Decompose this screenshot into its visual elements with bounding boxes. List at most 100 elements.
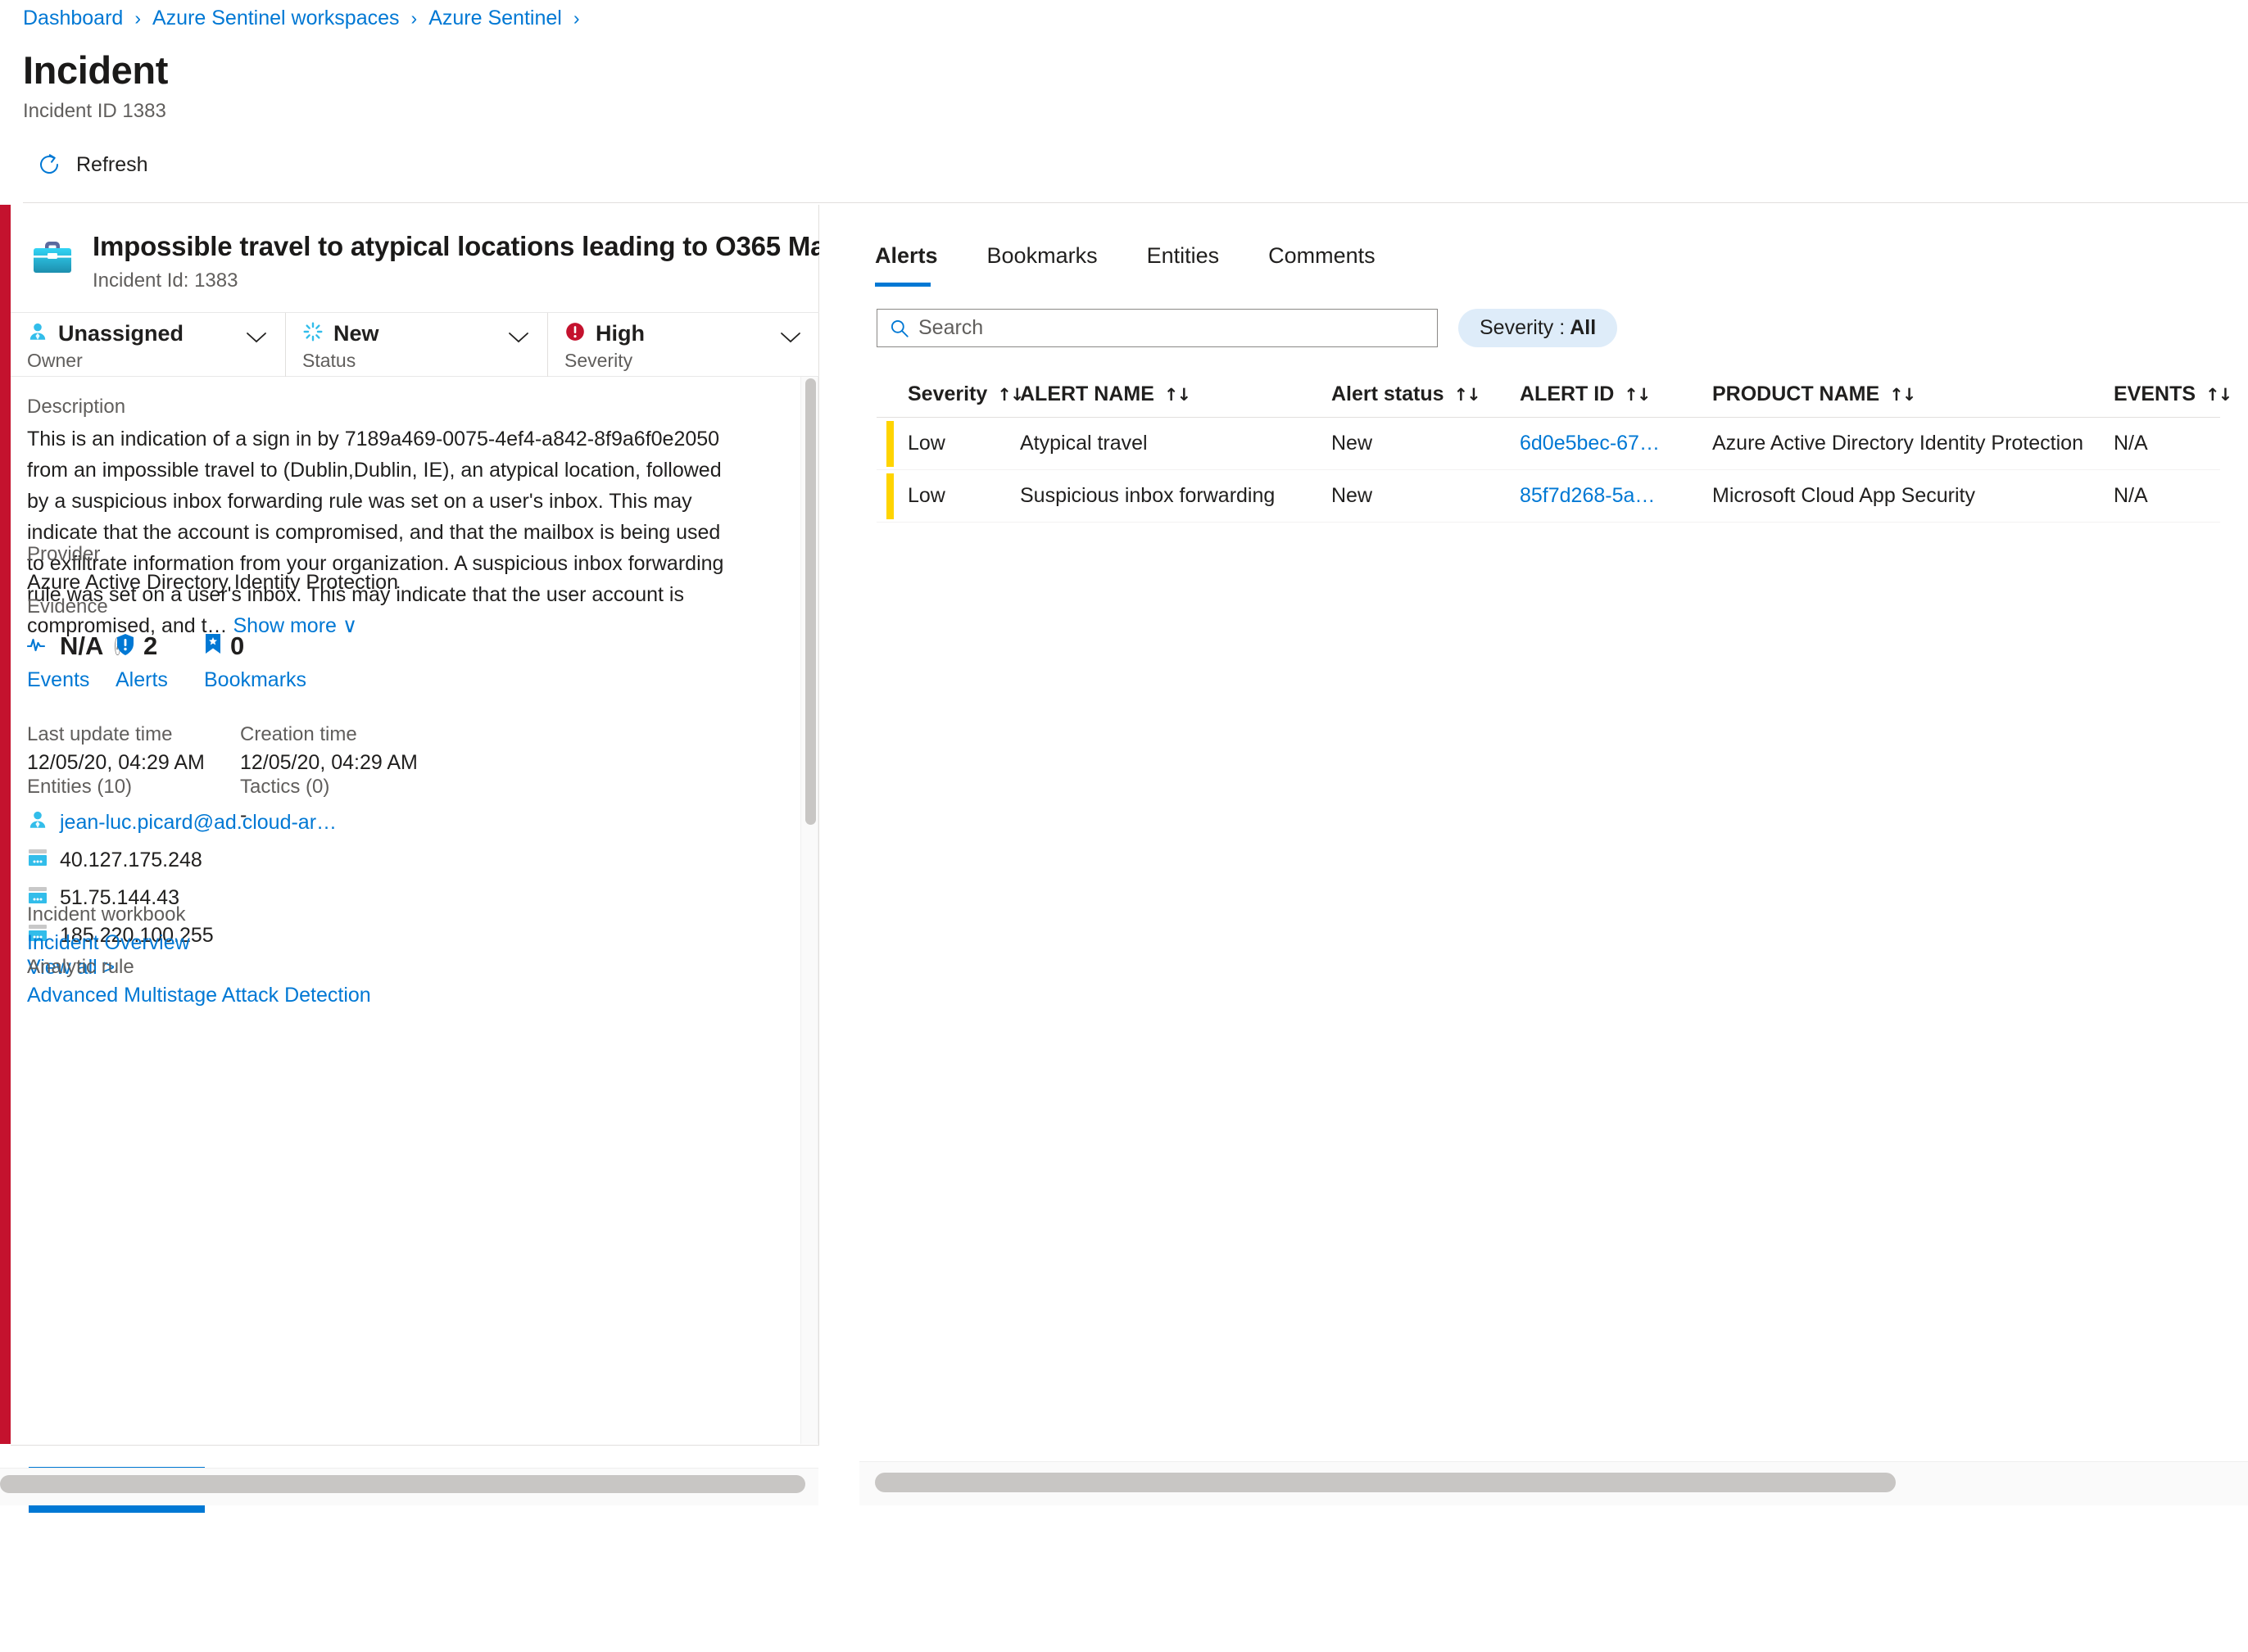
new-status-icon: [302, 321, 324, 346]
sort-icon: ↑↓: [2205, 385, 2231, 405]
column-header-product-name[interactable]: PRODUCT NAME ↑↓: [1712, 382, 2114, 406]
last-update-time-value: 12/05/20, 04:29 AM: [27, 751, 240, 775]
incident-detail-panel: Impossible travel to atypical locations …: [0, 205, 819, 1505]
table-row[interactable]: Low Suspicious inbox forwarding New 85f7…: [877, 470, 2220, 523]
page-title: Incident: [23, 48, 168, 93]
breadcrumb-item-workspaces[interactable]: Azure Sentinel workspaces: [152, 7, 400, 30]
right-panel-horizontal-scroll-thumb[interactable]: [875, 1473, 1896, 1492]
cell-alert-id-link[interactable]: 6d0e5bec-67…: [1520, 432, 1712, 455]
breadcrumb-separator-icon: ›: [134, 7, 141, 29]
bookmarks-count: 0: [230, 631, 244, 661]
column-header-alert-name[interactable]: ALERT NAME ↑↓: [1020, 382, 1331, 406]
alerts-count: 2: [143, 631, 157, 661]
evidence-bookmarks[interactable]: 0 Bookmarks: [204, 630, 335, 692]
ip-address-icon: [27, 848, 48, 873]
evidence-events[interactable]: N/A i Events: [27, 630, 116, 692]
breadcrumb-item-sentinel[interactable]: Azure Sentinel: [428, 7, 562, 30]
description-label: Description: [27, 396, 740, 419]
right-panel-horizontal-scrollbar[interactable]: [859, 1461, 2248, 1505]
severity-value: High: [596, 321, 645, 346]
events-pulse-icon: [27, 635, 52, 659]
entity-list-item[interactable]: 40.127.175.248: [27, 841, 240, 879]
breadcrumb-separator-icon: ›: [411, 7, 418, 29]
cell-alert-name: Suspicious inbox forwarding: [1020, 484, 1331, 508]
chevron-down-icon: [780, 331, 801, 344]
cell-severity: Low: [877, 484, 1020, 508]
status-dropdown[interactable]: New Status: [285, 313, 547, 377]
left-panel-vertical-scrollbar[interactable]: [800, 377, 818, 1444]
cell-alert-status: New: [1331, 484, 1520, 508]
severity-stripe: [0, 205, 11, 1444]
table-row[interactable]: Low Atypical travel New 6d0e5bec-67… Azu…: [877, 418, 2220, 470]
row-severity-bar: [886, 473, 894, 519]
column-header-alert-status-label: Alert status: [1331, 382, 1444, 406]
creation-time-label: Creation time: [240, 723, 453, 746]
person-icon: [27, 321, 48, 346]
column-header-alert-status[interactable]: Alert status ↑↓: [1331, 382, 1520, 406]
cell-events: N/A: [2114, 432, 2220, 455]
owner-label: Owner: [27, 350, 285, 372]
chevron-down-icon: [508, 331, 529, 344]
left-panel-vertical-scroll-thumb[interactable]: [805, 378, 816, 825]
refresh-button[interactable]: Refresh: [37, 152, 148, 177]
left-panel-horizontal-scrollbar[interactable]: [0, 1468, 818, 1505]
events-count: N/A: [60, 631, 103, 661]
bookmark-icon: [204, 633, 222, 659]
tab-bar: Alerts Bookmarks Entities Comments: [875, 243, 1400, 287]
column-header-product-name-label: PRODUCT NAME: [1712, 382, 1879, 406]
entity-list-item[interactable]: jean-luc.picard@ad.cloud-ar…: [27, 803, 240, 841]
last-update-time-label: Last update time: [27, 723, 240, 746]
tab-comments[interactable]: Comments: [1244, 243, 1400, 287]
command-bar-divider: [23, 202, 2248, 203]
column-header-alert-id-label: ALERT ID: [1520, 382, 1614, 406]
tactics-label: Tactics (0): [240, 776, 486, 799]
shield-alert-icon: [116, 633, 135, 660]
tab-alerts[interactable]: Alerts: [875, 243, 963, 287]
cell-alert-id-link[interactable]: 85f7d268-5a…: [1520, 484, 1712, 508]
incident-workbook-link[interactable]: Incident Overview: [27, 931, 190, 955]
sort-icon: ↑↓: [1454, 385, 1480, 405]
sort-icon: ↑↓: [1624, 385, 1649, 405]
command-bar: Refresh: [0, 147, 2248, 203]
alerts-panel: Alerts Bookmarks Entities Comments Sever…: [819, 205, 2248, 1505]
severity-filter-pill[interactable]: Severity : All: [1458, 309, 1617, 347]
last-update-time-group: Last update time 12/05/20, 04:29 AM: [27, 723, 240, 775]
events-link[interactable]: Events: [27, 668, 116, 692]
tab-entities[interactable]: Entities: [1122, 243, 1244, 287]
page-subtitle: Incident ID 1383: [23, 100, 166, 123]
owner-dropdown[interactable]: Unassigned Owner: [11, 313, 285, 377]
column-header-alert-id[interactable]: ALERT ID ↑↓: [1520, 382, 1712, 406]
row-severity-bar: [886, 421, 894, 467]
alerts-link[interactable]: Alerts: [116, 668, 204, 692]
evidence-label: Evidence: [27, 595, 335, 618]
incident-id-label: Incident Id: 1383: [93, 269, 238, 292]
cell-alert-status: New: [1331, 432, 1520, 455]
filter-bar: Severity : All: [877, 309, 1617, 347]
column-header-severity[interactable]: Severity ↑↓: [877, 382, 1020, 406]
sort-icon: ↑↓: [997, 385, 1022, 405]
severity-filter-prefix: Severity :: [1480, 316, 1565, 340]
creation-time-group: Creation time 12/05/20, 04:29 AM: [240, 723, 453, 775]
cell-events: N/A: [2114, 484, 2220, 508]
refresh-icon: [37, 152, 61, 177]
evidence-section: Evidence N/A i Events: [27, 595, 335, 692]
search-input[interactable]: [918, 316, 1410, 340]
column-header-alert-name-label: ALERT NAME: [1020, 382, 1154, 406]
analytic-rule-link[interactable]: Advanced Multistage Attack Detection: [27, 984, 371, 1007]
bookmarks-link[interactable]: Bookmarks: [204, 668, 335, 692]
evidence-alerts[interactable]: 2 Alerts: [116, 630, 204, 692]
breadcrumb-item-dashboard[interactable]: Dashboard: [23, 7, 123, 30]
table-header-row: Severity ↑↓ ALERT NAME ↑↓ Alert status ↑…: [877, 372, 2220, 418]
search-box[interactable]: [877, 309, 1438, 347]
severity-dropdown[interactable]: High Severity: [547, 313, 819, 377]
incident-meta-strip: Unassigned Owner: [11, 313, 819, 377]
tab-bookmarks[interactable]: Bookmarks: [963, 243, 1122, 287]
incident-header: Impossible travel to atypical locations …: [11, 205, 819, 313]
column-header-events[interactable]: EVENTS ↑↓: [2114, 382, 2220, 406]
status-label: Status: [302, 350, 547, 372]
tactics-value: -: [240, 803, 486, 827]
incident-workbook-label: Incident workbook: [27, 903, 190, 926]
severity-label: Severity: [564, 350, 819, 372]
left-panel-horizontal-scroll-thumb[interactable]: [0, 1475, 805, 1493]
sort-icon: ↑↓: [1164, 385, 1190, 405]
